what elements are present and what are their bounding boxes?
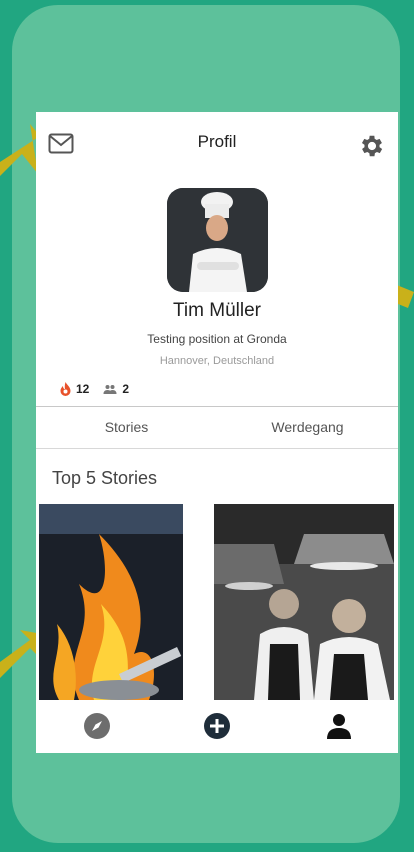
people-icon: [103, 385, 117, 394]
profile-location: Hannover, Deutschland: [159, 355, 275, 367]
stat-connections-value: 2: [122, 382, 130, 396]
story-image-kitchen: [214, 504, 394, 700]
page-title: Profil: [197, 132, 237, 151]
profile-position: Testing position at Gronda: [147, 332, 287, 346]
profile-name: Tim Müller: [173, 300, 261, 321]
stat-flames-value: 12: [76, 382, 90, 396]
tab-stories[interactable]: Stories: [36, 407, 217, 447]
gear-icon[interactable]: [358, 132, 386, 160]
divider: [36, 448, 398, 449]
arrow-to-mail-icon: [0, 124, 40, 176]
add-icon[interactable]: [202, 711, 232, 741]
stat-flames: 12: [60, 382, 89, 396]
person-icon[interactable]: [324, 711, 354, 741]
chef-photo: [167, 188, 268, 292]
avatar[interactable]: [167, 188, 268, 292]
flame-icon: [60, 382, 71, 396]
story-card-kitchen[interactable]: [214, 504, 394, 700]
app-header: Profil: [36, 112, 398, 172]
story-image-flames: [39, 504, 183, 700]
profile-tabs: Stories Werdegang: [36, 407, 398, 447]
compass-icon[interactable]: [82, 711, 112, 741]
tab-werdegang[interactable]: Werdegang: [217, 407, 398, 447]
profile-stats: 12 2: [60, 380, 143, 398]
app-screen: Profil Tim Müller Testing position at Gr…: [36, 112, 398, 753]
bottom-navigation: [36, 701, 398, 753]
stat-connections: 2: [103, 382, 129, 396]
story-card-flambe[interactable]: [39, 504, 183, 700]
section-title: Top 5 Stories: [52, 468, 158, 488]
